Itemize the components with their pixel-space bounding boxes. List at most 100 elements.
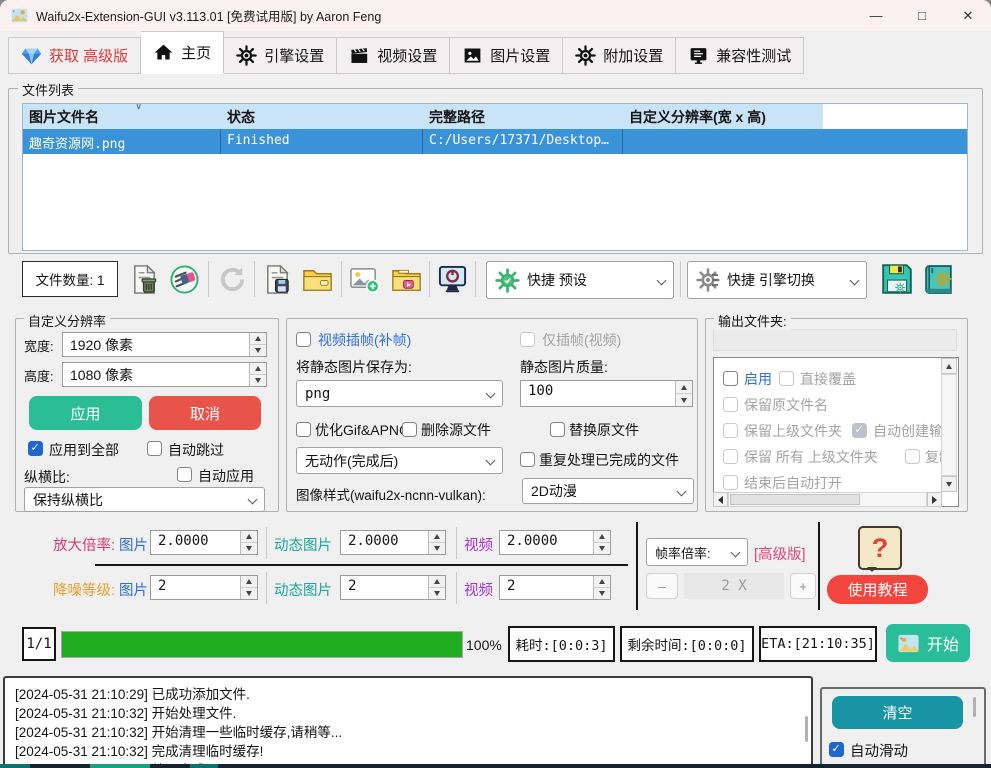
refresh-button[interactable] [212, 259, 252, 299]
spin-buttons[interactable] [240, 531, 257, 554]
add-video-button[interactable] [386, 259, 426, 299]
framerate-multiplier-dropdown[interactable]: 帧率倍率: [646, 538, 748, 566]
file-table[interactable]: ∨ 图片文件名 状态 完整路径 自定义分辨率(宽 x 高) 趣奇资源网.png … [22, 103, 968, 251]
tab-get-premium[interactable]: 获取 高级版 [8, 37, 141, 74]
table-row[interactable]: 趣奇资源网.png Finished C:/Users/17371/Deskto… [23, 129, 967, 154]
optimize-gif-checkbox[interactable] [296, 422, 311, 437]
spin-buttons[interactable] [675, 381, 692, 406]
keep-parent-checkbox[interactable] [723, 423, 738, 438]
tab-home[interactable]: 主页 [141, 31, 224, 74]
keep-filename-checkbox[interactable] [723, 397, 738, 412]
log-scrollbar-thumb[interactable] [805, 716, 808, 742]
image-style-dropdown[interactable]: 2D动漫 [522, 478, 694, 504]
settings-guide-button[interactable] [919, 258, 959, 300]
column-header-path[interactable]: 完整路径 [423, 104, 623, 129]
scroll-right-button[interactable] [927, 492, 942, 507]
cancel-button[interactable]: 取消 [149, 396, 261, 430]
tab-video-settings[interactable]: 视频设置 [337, 37, 450, 74]
spin-buttons[interactable] [593, 576, 610, 599]
column-header-status[interactable]: 状态 [221, 104, 423, 129]
spin-buttons[interactable] [249, 333, 266, 356]
clear-list-button[interactable] [164, 259, 204, 299]
monitor-power-icon [437, 264, 468, 295]
spin-buttons[interactable] [593, 531, 610, 554]
open-folder-button[interactable] [297, 259, 337, 299]
close-button[interactable]: ✕ [945, 0, 991, 31]
tab-additional-settings[interactable]: 附加设置 [563, 37, 676, 74]
vfi-label: 视频插帧(补帧) [318, 330, 411, 350]
horizontal-scrollbar[interactable] [728, 492, 927, 507]
output-path-input[interactable] [713, 329, 957, 351]
scroll-left-button[interactable] [713, 492, 728, 507]
monitor-list-icon [688, 45, 709, 66]
tab-engine-settings[interactable]: 引擎设置 [224, 37, 337, 74]
spin-buttons[interactable] [249, 363, 266, 386]
clear-log-button[interactable]: 清空 [832, 696, 963, 729]
overwrite-checkbox[interactable] [779, 371, 794, 386]
replace-original-checkbox[interactable] [550, 422, 565, 437]
post-action-dropdown[interactable]: 无动作(完成后) [296, 447, 503, 474]
quality-spinbox[interactable]: 100 [520, 380, 693, 407]
column-header-resolution[interactable]: 自定义分辨率(宽 x 高) [623, 104, 823, 129]
scroll-down-button[interactable] [941, 476, 957, 492]
zoom-video-value: 2.0000 [500, 531, 593, 554]
quick-engine-dropdown[interactable]: 快捷 引擎切换 [687, 261, 867, 299]
cell-filename[interactable]: 趣奇资源网.png [23, 129, 221, 154]
save-file-list-button[interactable] [257, 259, 297, 299]
panel-scrollbar-thumb[interactable] [973, 697, 976, 717]
cell-resolution[interactable] [623, 129, 823, 154]
zoom-video-spinbox[interactable]: 2.0000 [499, 530, 611, 555]
apply-button[interactable]: 应用 [29, 396, 142, 430]
output-enable-checkbox[interactable] [723, 371, 738, 386]
denoise-video-spinbox[interactable]: 2 [499, 575, 611, 600]
quick-preset-dropdown[interactable]: 快捷 预设 [486, 261, 674, 299]
spin-buttons[interactable] [428, 531, 445, 554]
auto-open-checkbox[interactable] [723, 475, 738, 490]
remove-file-button[interactable] [124, 259, 164, 299]
cell-status[interactable]: Finished [221, 129, 423, 154]
cell-path[interactable]: C:/Users/17371/Desktop… [423, 129, 623, 154]
auto-create-checkbox[interactable] [852, 423, 867, 438]
reprocess-checkbox[interactable] [520, 452, 535, 467]
keep-all-parents-checkbox[interactable] [723, 449, 738, 464]
apply-all-checkbox[interactable] [28, 441, 43, 456]
tutorial-button[interactable]: 使用教程 [827, 575, 928, 604]
denoise-video-value: 2 [500, 576, 593, 599]
vertical-scrollbar[interactable] [941, 374, 957, 476]
auto-apply-checkbox[interactable] [177, 467, 192, 482]
auto-scroll-checkbox[interactable] [829, 742, 844, 757]
shutdown-option-button[interactable] [432, 259, 472, 299]
log-output[interactable]: [2024-05-31 21:10:29] 已成功添加文件. [2024-05-… [3, 676, 813, 768]
tab-compatibility-test[interactable]: 兼容性测试 [676, 37, 804, 74]
aspect-mode-dropdown[interactable]: 保持纵横比 [24, 487, 265, 512]
width-spinbox[interactable]: 1920 像素 [62, 332, 267, 357]
copy-checkbox[interactable] [905, 449, 920, 464]
maximize-button[interactable]: □ [899, 0, 945, 31]
spin-buttons[interactable] [240, 576, 257, 599]
delete-source-checkbox[interactable] [402, 422, 417, 437]
start-button[interactable]: 开始 [886, 624, 970, 662]
denoise-image-spinbox[interactable]: 2 [150, 575, 258, 600]
scrollbar-thumb[interactable] [730, 494, 860, 505]
tab-image-settings[interactable]: 图片设置 [450, 37, 563, 74]
vfi-checkbox[interactable] [296, 332, 311, 347]
height-spinbox[interactable]: 1080 像素 [62, 362, 267, 387]
add-image-button[interactable] [344, 259, 384, 299]
minimize-button[interactable]: — [853, 0, 899, 31]
denoise-anim-spinbox[interactable]: 2 [340, 575, 446, 600]
scroll-up-button[interactable] [941, 358, 957, 374]
framerate-plus-button[interactable]: + [790, 573, 816, 599]
save-settings-button[interactable] [876, 258, 918, 300]
column-header-filename[interactable]: ∨ 图片文件名 [23, 104, 221, 129]
help-question-icon: ? [858, 526, 902, 570]
toolbar-separator [475, 261, 476, 297]
framerate-minus-button[interactable]: – [646, 573, 678, 599]
auto-skip-checkbox[interactable] [147, 441, 162, 456]
zoom-image-spinbox[interactable]: 2.0000 [150, 530, 258, 555]
zoom-anim-spinbox[interactable]: 2.0000 [340, 530, 446, 555]
image-format-dropdown[interactable]: png [296, 380, 503, 407]
vfi-only-checkbox[interactable] [520, 332, 535, 347]
spin-buttons[interactable] [428, 576, 445, 599]
denoise-image-value: 2 [151, 576, 240, 599]
chevron-down-icon [486, 456, 496, 466]
